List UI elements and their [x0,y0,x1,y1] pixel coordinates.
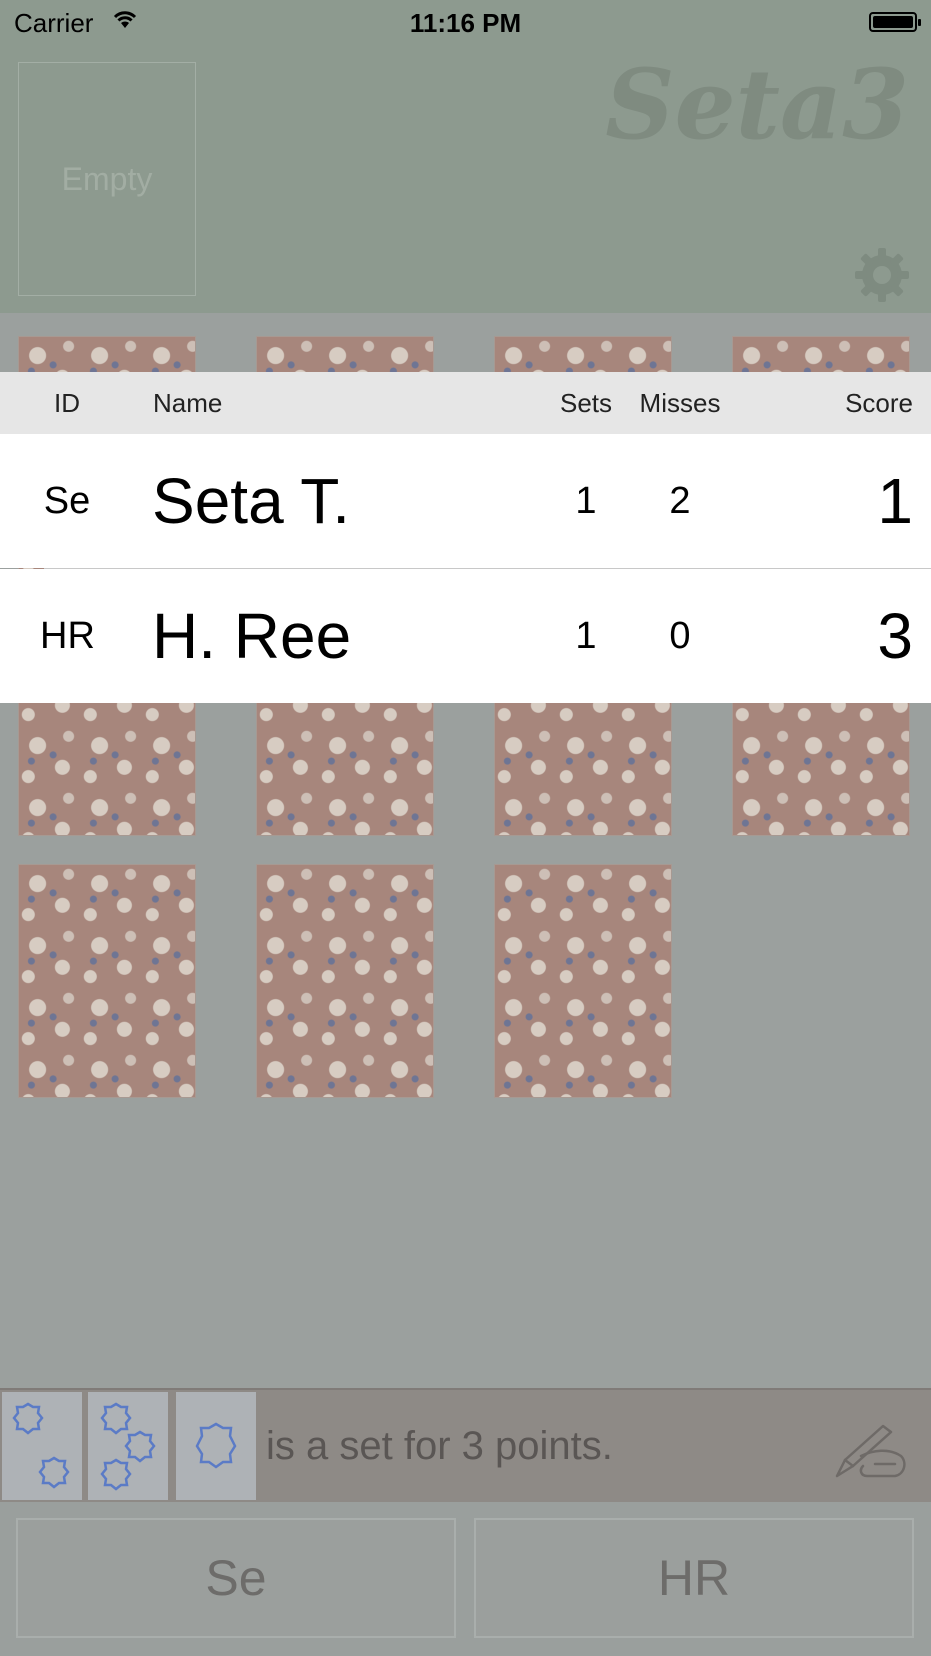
column-misses: Misses [639,388,721,418]
hint-bar: is a set for 3 points. [0,1388,931,1502]
sun-shape-icon [12,1402,70,1489]
column-score: Score [845,388,913,418]
column-sets: Sets [559,388,613,418]
player-name: H. Ree [152,600,352,672]
player-score: 1 [877,465,913,537]
hint-text: is a set for 3 points. [266,1424,613,1468]
player-button-se[interactable]: Se [16,1518,456,1638]
player-misses: 0 [669,615,691,657]
player-button-hr[interactable]: HR [474,1518,914,1638]
player-sets: 1 [575,615,597,657]
player-row: HR H. Ree 1 0 3 [0,569,931,703]
sun-shape-icon [195,1422,237,1469]
empty-label: Empty [61,160,153,197]
empty-slot: Empty [18,62,196,296]
hint-card [176,1392,256,1500]
hint-card [88,1392,168,1500]
column-id: ID [54,388,80,418]
player-buttons: Se HR [0,1502,931,1656]
sun-shape-icon [100,1402,156,1491]
player-name: Seta T. [152,465,351,537]
game-header: Empty Seta3 [0,0,931,313]
card[interactable] [256,864,434,1098]
status-bar: Carrier 11:16 PM [0,0,931,44]
app-logo: Seta3 [605,48,909,161]
pen-hand-icon[interactable] [831,1420,911,1480]
hint-card [2,1392,82,1500]
card[interactable] [494,864,672,1098]
player-misses: 2 [669,480,691,522]
player-sets: 1 [575,480,597,522]
player-row: Se Seta T. 1 2 1 [0,434,931,568]
gear-icon[interactable] [853,246,911,304]
clock: 11:16 PM [409,8,522,38]
player-score: 3 [877,600,913,672]
battery-icon [869,12,921,32]
card[interactable] [18,864,196,1098]
player-id: HR [40,615,95,657]
column-name: Name [153,388,223,418]
scoreboard-header: ID Name Sets Misses Score [0,372,931,434]
scoreboard: ID Name Sets Misses Score Se Seta T. 1 2… [0,372,931,705]
player-id: Se [43,480,91,522]
